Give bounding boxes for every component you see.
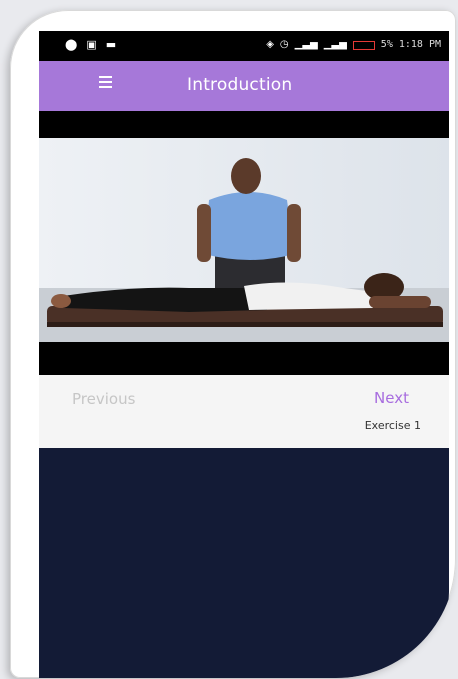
message-icon: ▬ — [105, 38, 117, 51]
content-panel — [39, 448, 449, 678]
wifi-icon: ◈ — [266, 39, 274, 50]
image-icon: ▣ — [86, 38, 97, 51]
battery-icon — [352, 40, 375, 50]
phone-frame: ⬤ ▣ ▬ ◈ ◷ ▁▃▅ ▁▃▅ 5% 1:18 PM Introductio… — [10, 10, 456, 678]
instructor-shirt — [204, 192, 294, 260]
signal-icon: ▁▃▅ — [323, 39, 347, 50]
navigation-bar: Previous Next Exercise 1 — [39, 375, 449, 448]
patient-feet — [51, 294, 71, 308]
table-stripe — [47, 322, 443, 327]
battery-percent: 5% — [380, 39, 393, 50]
app-bar: Introduction — [39, 61, 449, 111]
alarm-icon: ◷ — [279, 39, 289, 50]
video-player[interactable] — [39, 111, 449, 375]
status-left-icons: ⬤ ▣ ▬ — [65, 39, 116, 51]
instructor-arm-right — [287, 204, 301, 262]
signal-icon: ▁▃▅ — [294, 39, 318, 50]
patient-arm — [369, 296, 431, 308]
page-title: Introduction — [187, 75, 293, 95]
video-thumbnail — [39, 138, 449, 342]
status-right-icons: ◈ ◷ ▁▃▅ ▁▃▅ 5% 1:18 PM — [266, 39, 441, 51]
hamburger-menu-icon[interactable] — [99, 76, 112, 88]
notification-icon: ⬤ — [65, 38, 78, 51]
instructor-head — [231, 158, 261, 194]
status-bar: ⬤ ▣ ▬ ◈ ◷ ▁▃▅ ▁▃▅ 5% 1:18 PM — [39, 31, 449, 61]
instructor-arm-left — [197, 204, 211, 262]
app-screen: ⬤ ▣ ▬ ◈ ◷ ▁▃▅ ▁▃▅ 5% 1:18 PM Introductio… — [39, 31, 449, 678]
next-button[interactable]: Next — [374, 389, 409, 407]
previous-button[interactable]: Previous — [72, 390, 135, 408]
status-time: 1:18 PM — [398, 39, 441, 50]
next-exercise-label: Exercise 1 — [364, 419, 421, 432]
